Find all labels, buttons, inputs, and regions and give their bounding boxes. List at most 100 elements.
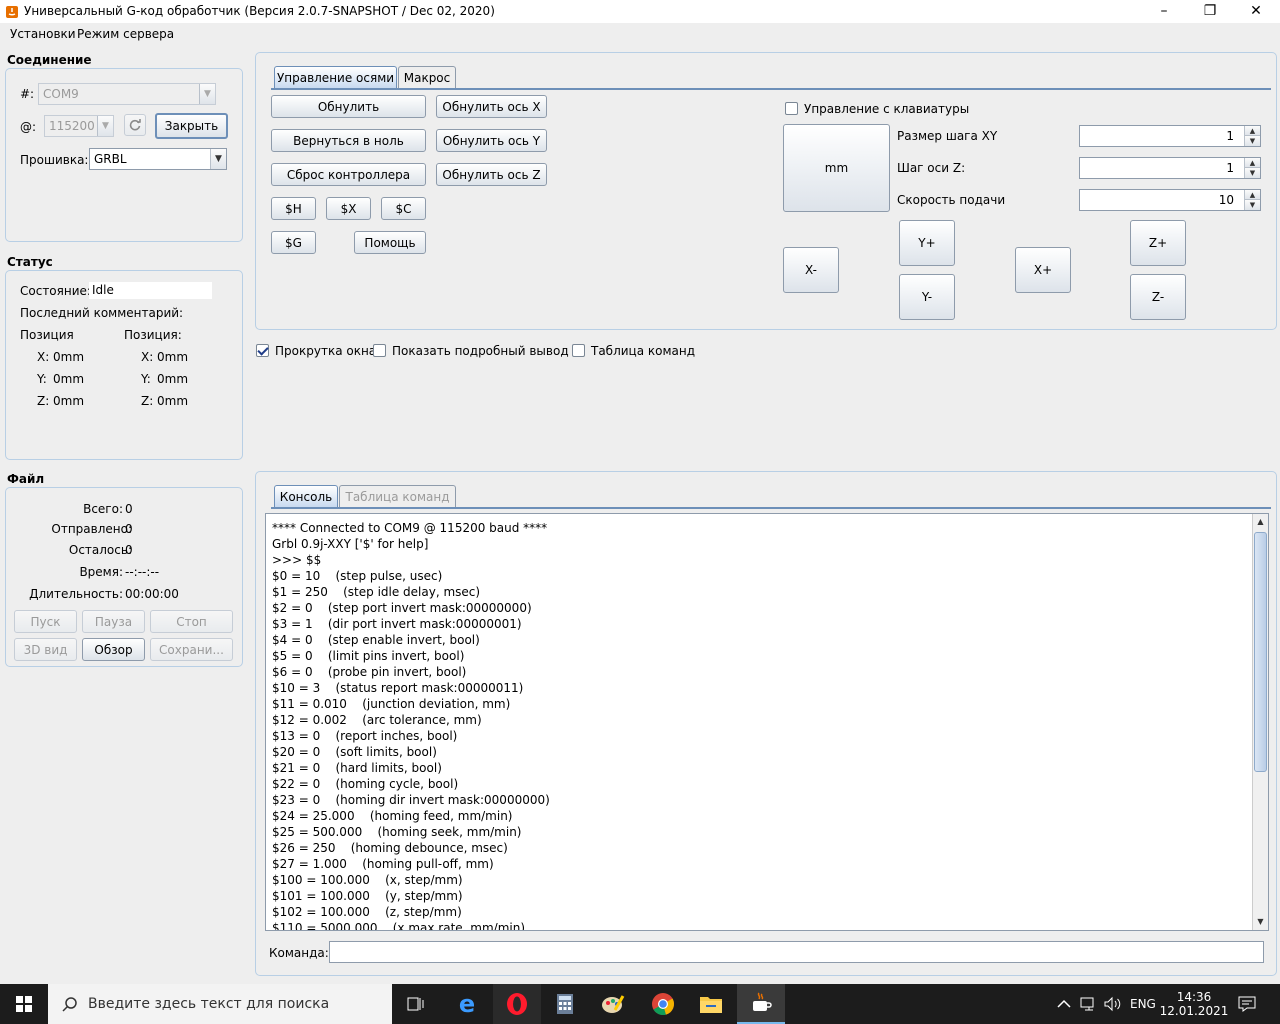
tab-macros[interactable]: Макрос [398,66,456,88]
console-line: $1 = 250 (step idle delay, msec) [272,585,481,599]
baud-select[interactable]: 115200 ▼ [44,115,114,137]
search-icon [62,997,77,1012]
reset-z-button[interactable]: Обнулить ось Z [436,163,547,186]
unlock-button[interactable]: $X [326,197,371,220]
spinner-down-icon[interactable]: ▼ [1244,200,1260,210]
start-button[interactable]: Пуск [14,610,77,633]
paint-icon[interactable] [589,984,637,1024]
control-panel: Управление осями Макрос Обнулить Вернуть… [255,52,1277,330]
port-select[interactable]: COM9 ▼ [38,83,216,105]
port-value: COM9 [43,87,79,101]
refresh-icon [129,119,141,131]
scroll-window-checkbox[interactable] [256,344,269,357]
work-x-value: 0mm [53,350,85,364]
close-connection-button[interactable]: Закрыть [155,113,228,139]
console-line: $27 = 1.000 (homing pull-off, mm) [272,857,494,871]
keyboard-control-checkbox[interactable] [785,102,798,115]
edge-browser-icon[interactable]: e [443,984,491,1024]
command-table-checkbox[interactable] [572,344,585,357]
spinner-up-icon[interactable]: ▲ [1244,190,1260,200]
reset-zero-button[interactable]: Обнулить [271,95,426,118]
console-line: $20 = 0 (soft limits, bool) [272,745,437,759]
tab-divider [271,507,1271,509]
connection-panel: #: COM9 ▼ @: 115200 ▼ Закрыть Прошивка: … [5,68,243,242]
console-line: $2 = 0 (step port invert mask:00000000) [272,601,532,615]
firmware-select[interactable]: GRBL ▼ [89,148,227,170]
step-xy-label: Размер шага XY [897,129,998,143]
menu-server-mode[interactable]: Режим сервера [77,27,174,41]
notifications-icon[interactable] [1238,984,1256,1024]
spinner-up-icon[interactable]: ▲ [1244,158,1260,168]
browse-button[interactable]: Обзор [82,638,145,661]
input-language[interactable]: ENG [1130,984,1156,1024]
tab-command-table[interactable]: Таблица команд [339,485,456,507]
opera-browser-icon[interactable] [493,984,541,1024]
console-line: $10 = 3 (status report mask:00000011) [272,681,524,695]
tab-axis-control[interactable]: Управление осями [274,66,397,88]
console-line: $101 = 100.000 (y, step/mm) [272,889,463,903]
show-hidden-icons-icon[interactable] [1057,984,1071,1024]
spinner-up-icon[interactable]: ▲ [1244,126,1260,136]
spinner-down-icon[interactable]: ▼ [1244,168,1260,178]
jog-y-minus-button[interactable]: Y- [899,274,955,320]
reset-y-button[interactable]: Обнулить ось Y [436,129,547,152]
console-line: $100 = 100.000 (x, step/mm) [272,873,463,887]
jog-y-plus-button[interactable]: Y+ [899,220,955,266]
help-button[interactable]: Помощь [354,231,426,254]
command-table-label: Таблица команд [591,344,696,358]
scroll-up-icon[interactable]: ▲ [1253,514,1268,530]
view-3d-button[interactable]: 3D вид [14,638,77,661]
firmware-label: Прошивка: [20,153,89,167]
file-explorer-icon[interactable] [687,984,735,1024]
save-button[interactable]: Сохрани... [150,638,233,661]
scroll-down-icon[interactable]: ▼ [1253,914,1268,930]
verbose-output-checkbox[interactable] [373,344,386,357]
window-title: Универсальный G-код обработчик (Версия 2… [24,4,495,18]
start-button[interactable] [0,984,48,1024]
console-line: $23 = 0 (homing dir invert mask:00000000… [272,793,550,807]
maximize-button[interactable]: ❐ [1187,0,1233,23]
return-to-zero-button[interactable]: Вернуться в ноль [271,129,426,152]
step-xy-spinner[interactable]: 1 ▲ ▼ [1079,125,1261,147]
step-z-value: 1 [1226,161,1234,175]
spinner-down-icon[interactable]: ▼ [1244,136,1260,146]
step-z-spinner[interactable]: 1 ▲ ▼ [1079,157,1261,179]
stop-button[interactable]: Стоп [150,610,233,633]
tab-console[interactable]: Консоль [274,485,338,507]
console-scrollbar[interactable]: ▲ ▼ [1252,514,1268,930]
baud-label: @: [20,120,37,134]
clock[interactable]: 14:36 12.01.2021 [1160,984,1229,1024]
sent-value: 0 [125,522,133,536]
jog-x-plus-button[interactable]: X+ [1015,247,1071,293]
jog-x-minus-button[interactable]: X- [783,247,839,293]
close-window-button[interactable]: ✕ [1233,0,1279,23]
java-app-taskbar-icon[interactable] [737,984,785,1024]
reset-x-button[interactable]: Обнулить ось X [436,95,547,118]
console-line: $6 = 0 (probe pin invert, bool) [272,665,467,679]
console-line: $12 = 0.002 (arc tolerance, mm) [272,713,482,727]
menu-settings[interactable]: Установки [10,27,76,41]
parser-state-button[interactable]: $G [271,231,316,254]
calculator-icon[interactable] [541,984,589,1024]
scroll-thumb[interactable] [1254,532,1267,772]
check-mode-button[interactable]: $C [381,197,426,220]
console-output[interactable]: **** Connected to COM9 @ 115200 baud ***… [265,513,1269,931]
feed-rate-spinner[interactable]: 10 ▲ ▼ [1079,189,1261,211]
remaining-label: Осталось: [68,543,132,557]
network-icon[interactable] [1080,984,1098,1024]
units-toggle-button[interactable]: mm [783,124,890,212]
console-line: $26 = 250 (homing debounce, msec) [272,841,508,855]
soft-reset-button[interactable]: Сброс контроллера [271,163,426,186]
jog-z-plus-button[interactable]: Z+ [1130,220,1186,266]
taskbar-search[interactable]: Введите здесь текст для поиска [48,984,392,1024]
homing-button[interactable]: $H [271,197,316,220]
chrome-browser-icon[interactable] [639,984,687,1024]
scroll-window-label: Прокрутка окна [275,344,377,358]
refresh-ports-button[interactable] [124,114,146,136]
minimize-button[interactable]: – [1141,0,1187,23]
jog-z-minus-button[interactable]: Z- [1130,274,1186,320]
command-input[interactable] [329,941,1264,963]
task-view-icon[interactable] [392,984,440,1024]
volume-icon[interactable] [1104,984,1122,1024]
pause-button[interactable]: Пауза [82,610,145,633]
